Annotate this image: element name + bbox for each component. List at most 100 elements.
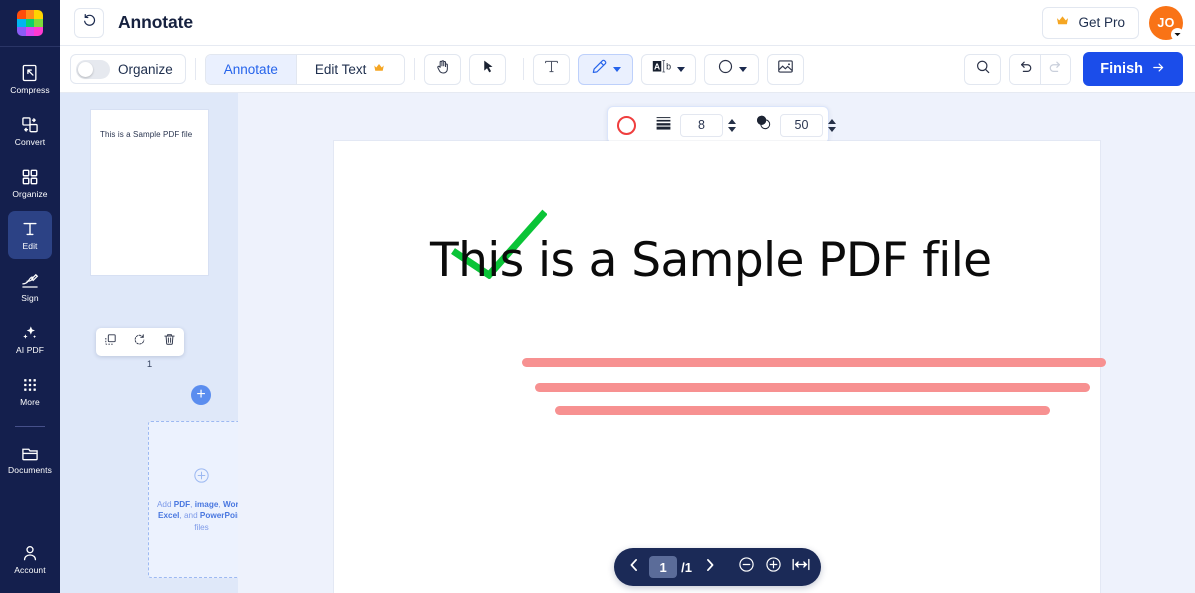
thickness-stepper[interactable] [728, 118, 736, 132]
chevron-down-icon[interactable] [739, 66, 748, 72]
sidebar-item-compress[interactable]: Compress [8, 55, 52, 103]
chevron-left-icon [628, 558, 640, 577]
pdf-page[interactable]: This is a Sample PDF file [334, 141, 1106, 593]
finish-button[interactable]: Finish [1083, 52, 1183, 86]
finish-label: Finish [1100, 61, 1143, 77]
shape-tool[interactable] [704, 53, 760, 85]
triangle-up-icon[interactable] [728, 118, 736, 124]
document-canvas[interactable]: 8 50 This is a Sample PDF file 1 /1 [238, 93, 1195, 593]
avatar[interactable]: JO [1149, 5, 1184, 41]
opacity-icon[interactable] [754, 113, 773, 137]
sidebar-item-sign[interactable]: Sign [8, 263, 52, 311]
prev-page-button[interactable] [622, 554, 646, 580]
app-logo[interactable] [0, 0, 60, 46]
pen-highlighter-icon [590, 57, 609, 81]
page-navigation-bar: /1 [614, 548, 821, 586]
line-thickness-icon[interactable] [654, 115, 673, 136]
trash-icon [162, 332, 177, 352]
highlight-text-tool[interactable]: A b [641, 53, 697, 85]
highlight-stroke[interactable] [535, 383, 1090, 392]
duplicate-page-button[interactable] [100, 331, 122, 353]
thickness-input[interactable]: 8 [680, 113, 723, 137]
sidebar-item-documents[interactable]: Documents [8, 435, 52, 483]
color-circle-icon[interactable] [617, 115, 636, 135]
tab-edit-text[interactable]: Edit Text [295, 54, 405, 84]
cursor-arrow-icon [479, 58, 497, 81]
tab-label: Annotate [223, 61, 278, 77]
sidebar-item-label: Convert [14, 137, 46, 148]
thickness-section: 8 [645, 107, 745, 143]
undo-button[interactable] [1010, 54, 1041, 84]
thumbnail-preview-text: This is a Sample PDF file [100, 130, 193, 139]
tab-annotate[interactable]: Annotate [205, 54, 296, 84]
rail-bottom: Account [0, 535, 60, 593]
document-text: This is a Sample PDF file [430, 233, 992, 288]
compress-icon [20, 63, 40, 83]
hand-tool[interactable] [424, 53, 462, 85]
zoom-out-button[interactable] [735, 554, 759, 580]
toolbar-right-group: Finish [964, 52, 1183, 86]
plus-circle-icon [192, 466, 211, 490]
chevron-down-icon[interactable] [1171, 27, 1184, 41]
delete-page-button[interactable] [158, 331, 180, 353]
crown-icon [1054, 14, 1071, 31]
dropzone-text: Add PDF, image, Word, Excel, and PowerPo… [156, 499, 238, 532]
page-title: Annotate [118, 12, 194, 32]
image-tool[interactable] [767, 53, 805, 85]
crown-icon [372, 62, 386, 77]
thumbnail-page-number: 1 [146, 359, 153, 370]
add-files-dropzone[interactable]: Add PDF, image, Word, Excel, and PowerPo… [148, 421, 238, 578]
rotate-page-button[interactable] [129, 331, 151, 353]
sidebar-item-convert[interactable]: Convert [8, 107, 52, 155]
sidebar-item-account[interactable]: Account [8, 535, 52, 583]
search-button[interactable] [964, 53, 1002, 85]
plus-icon: + [196, 386, 206, 403]
triangle-down-icon[interactable] [728, 126, 736, 132]
toolbar-divider [523, 58, 525, 80]
highlight-stroke[interactable] [522, 358, 1106, 367]
organize-toggle[interactable]: Organize [70, 54, 186, 84]
page-total-label: /1 [681, 559, 692, 575]
text-tool[interactable] [533, 53, 571, 85]
triangle-up-icon[interactable] [828, 118, 836, 124]
svg-text:b: b [666, 62, 671, 72]
chevron-down-icon[interactable] [677, 66, 686, 72]
select-tool[interactable] [469, 53, 507, 85]
mode-tabs: Annotate Edit Text [204, 53, 406, 85]
get-pro-label: Get Pro [1078, 15, 1125, 30]
sidebar-item-organize[interactable]: Organize [8, 159, 52, 207]
svg-text:A: A [654, 61, 660, 71]
chevron-down-icon[interactable] [613, 66, 622, 72]
grid-logo-icon [17, 10, 43, 36]
back-button[interactable] [74, 7, 104, 38]
sidebar-item-ai-pdf[interactable]: AI PDF [8, 315, 52, 363]
convert-icon [20, 115, 40, 135]
duplicate-icon [103, 332, 118, 352]
page-number-input[interactable] [649, 556, 678, 578]
opacity-stepper[interactable] [828, 118, 836, 132]
pdf-editor-app: Compress Convert Organize Edit Sign AI P… [0, 0, 1195, 593]
add-page-button[interactable]: + [191, 385, 211, 405]
sidebar-item-edit[interactable]: Edit [8, 211, 52, 259]
thumbnail-actions [96, 328, 184, 356]
sidebar-item-label: Compress [10, 85, 50, 96]
draw-tool[interactable] [578, 53, 634, 85]
page-thumbnail[interactable]: This is a Sample PDF file [91, 110, 208, 275]
undo-rotate-icon [81, 12, 98, 34]
left-rail: Compress Convert Organize Edit Sign AI P… [0, 0, 60, 593]
sidebar-item-label: AI PDF [16, 345, 44, 356]
triangle-down-icon[interactable] [828, 126, 836, 132]
sidebar-item-more[interactable]: More [8, 367, 52, 415]
sidebar-item-label: More [20, 397, 40, 408]
fit-width-button[interactable] [789, 554, 813, 580]
circle-shape-icon [716, 57, 735, 81]
get-pro-button[interactable]: Get Pro [1042, 6, 1139, 39]
zoom-in-button[interactable] [762, 554, 786, 580]
highlight-stroke[interactable] [555, 406, 1050, 415]
header-right-group: Get Pro JO [1042, 5, 1184, 41]
redo-button[interactable] [1040, 54, 1071, 84]
opacity-input[interactable]: 50 [780, 113, 823, 137]
folder-icon [20, 443, 40, 463]
search-icon [974, 58, 992, 81]
next-page-button[interactable] [698, 554, 722, 580]
